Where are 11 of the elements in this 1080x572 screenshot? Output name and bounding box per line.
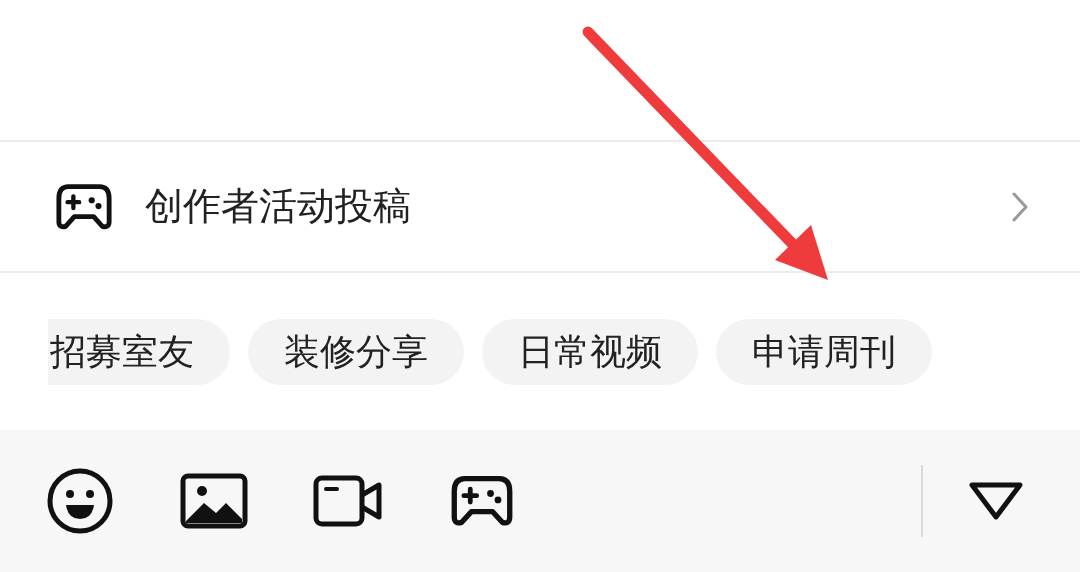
- video-camera-icon: [313, 475, 383, 527]
- tag-chip[interactable]: 日常视频: [482, 318, 698, 385]
- triangle-down-icon: [968, 481, 1024, 521]
- emoji-button[interactable]: [45, 466, 115, 536]
- tag-chip[interactable]: 招募室友: [48, 318, 230, 385]
- smiley-icon: [46, 467, 114, 535]
- chevron-right-icon: [1010, 190, 1030, 223]
- tag-chip[interactable]: 装修分享: [248, 318, 464, 385]
- image-icon: [180, 473, 248, 529]
- tag-chip[interactable]: 申请周刊: [716, 318, 932, 385]
- menu-item[interactable]: 创作者活动投稿: [55, 177, 1030, 236]
